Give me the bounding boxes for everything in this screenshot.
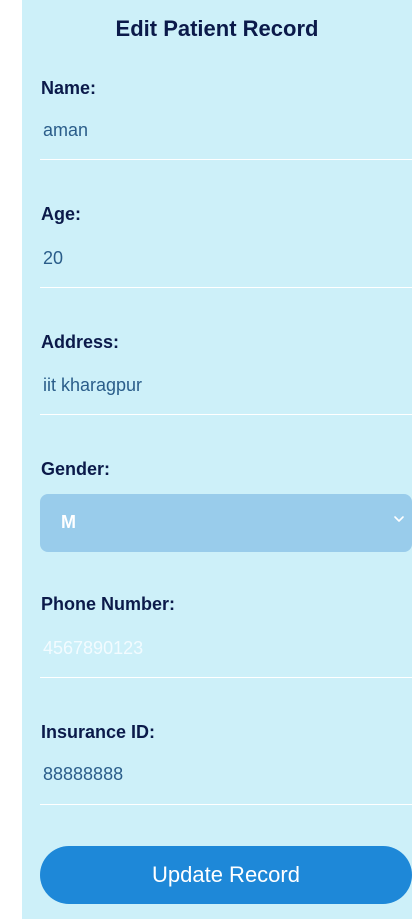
address-field[interactable]: iit kharagpur xyxy=(43,375,142,396)
page-title: Edit Patient Record xyxy=(115,16,319,41)
name-field[interactable]: aman xyxy=(43,120,88,141)
gender-select[interactable]: M xyxy=(40,494,412,552)
insurance-field-underline xyxy=(40,804,412,805)
address-field-underline xyxy=(40,414,412,415)
name-field-underline xyxy=(40,159,412,160)
insurance-label: Insurance ID: xyxy=(41,722,156,742)
gender-select-value: M xyxy=(61,512,76,532)
age-field-underline xyxy=(40,287,412,288)
update-record-button[interactable]: Update Record xyxy=(40,846,412,904)
edit-patient-form: Edit Patient Record Name: aman Age: 20 A… xyxy=(22,0,412,919)
age-label: Age: xyxy=(41,204,81,224)
address-label: Address: xyxy=(41,332,120,352)
phone-field[interactable]: 4567890123 xyxy=(43,638,143,659)
phone-field-underline xyxy=(40,677,412,678)
age-field[interactable]: 20 xyxy=(43,248,63,269)
insurance-field[interactable]: 88888888 xyxy=(43,764,123,785)
phone-label: Phone Number: xyxy=(41,594,176,614)
gender-label: Gender: xyxy=(41,459,111,479)
name-label: Name: xyxy=(41,78,97,98)
chevron-down-icon xyxy=(394,516,404,522)
